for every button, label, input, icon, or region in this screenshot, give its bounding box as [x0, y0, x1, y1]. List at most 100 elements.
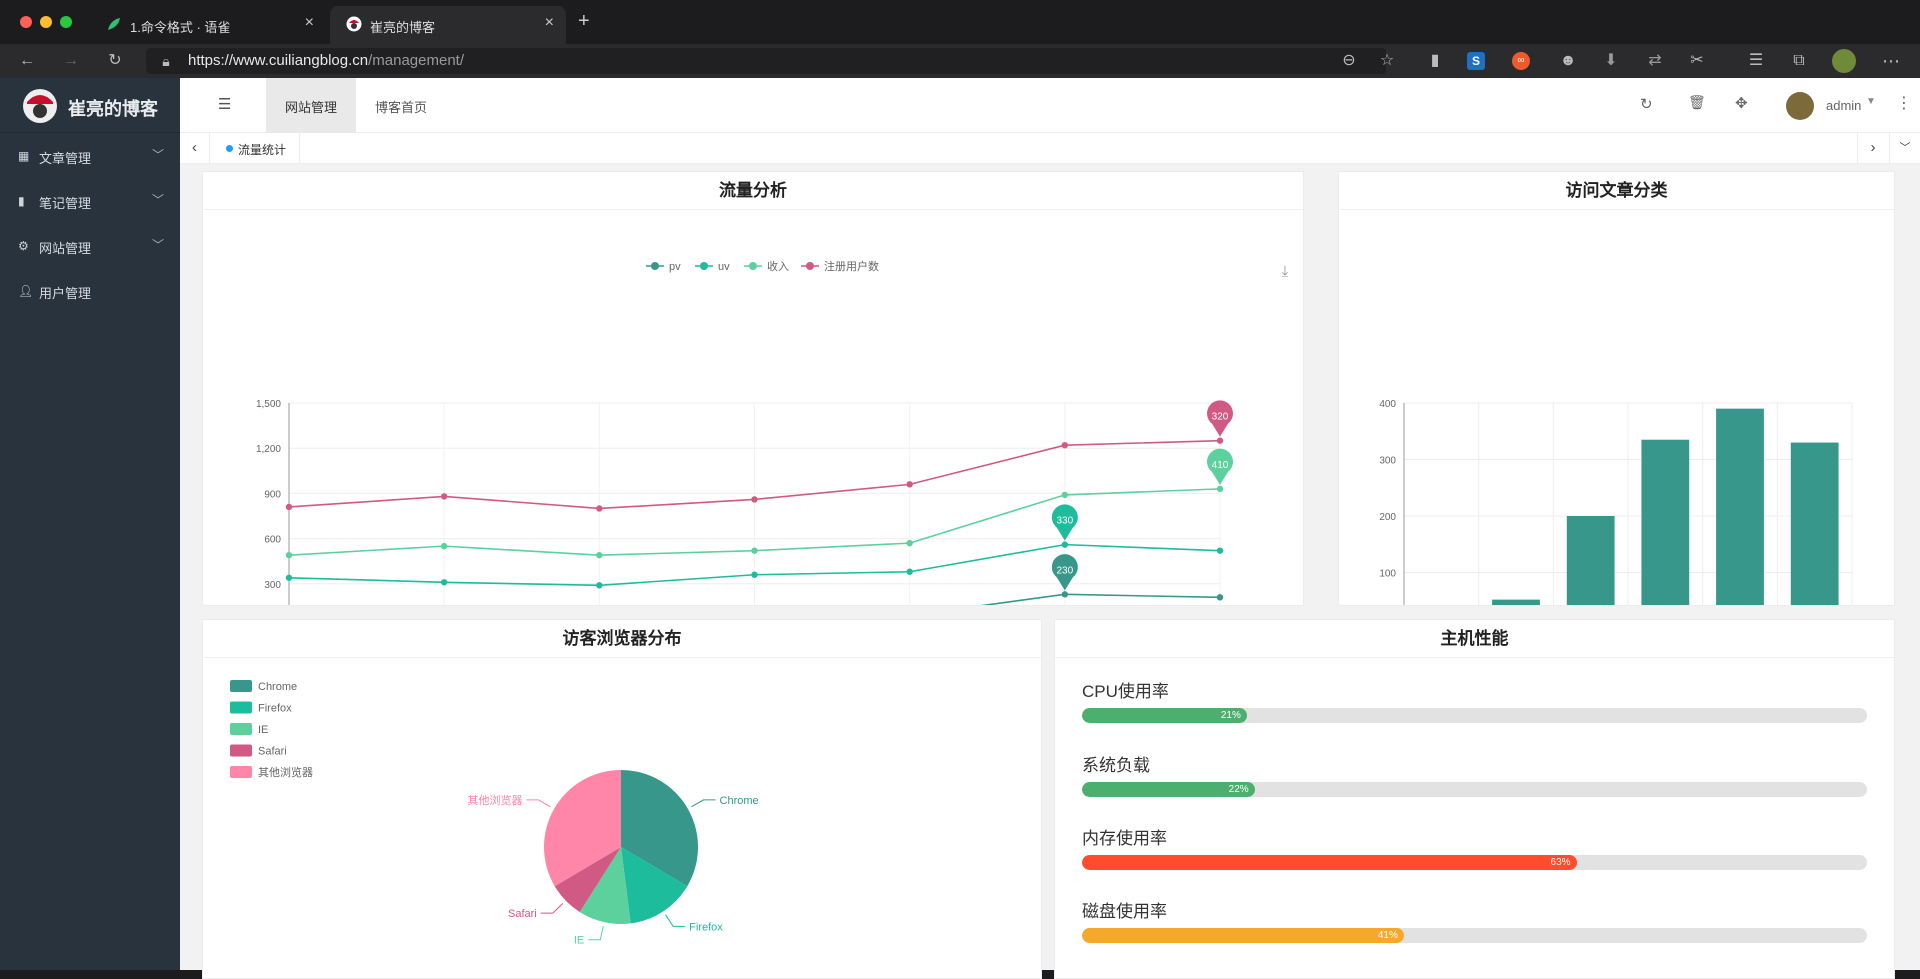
legend-swatch: [230, 680, 252, 692]
perf-label-load: 系统负载: [1082, 756, 1150, 775]
cut-icon[interactable]: ✂: [1686, 50, 1708, 72]
bookmark-icon[interactable]: ▮: [1424, 50, 1446, 72]
data-point: [596, 551, 603, 559]
legend-swatch: [230, 701, 252, 714]
nav-label: 博客首页: [374, 100, 427, 115]
pie-label: Safari: [508, 908, 537, 920]
fullscreen-icon[interactable]: ✥: [1735, 94, 1748, 112]
pie-label-line: [526, 799, 551, 808]
chevron-down-icon: ﹀: [151, 193, 164, 207]
brand-logo-icon: [23, 89, 57, 123]
data-point: [285, 551, 293, 559]
legend-swatch: [230, 766, 252, 778]
pie-label: Chrome: [720, 795, 759, 807]
data-point: [285, 574, 293, 581]
forward-icon[interactable]: →: [60, 50, 82, 72]
more-vertical-icon[interactable]: ⋮: [1896, 93, 1912, 113]
data-point: [440, 493, 448, 500]
reload-icon[interactable]: ↻: [104, 50, 126, 72]
bar-Django: [1492, 599, 1540, 605]
legend-label: 注册用户数: [824, 259, 879, 273]
card-title: 流量分析: [203, 172, 1303, 210]
browser-window: 1.命令格式 · 语雀 × 崔亮的博客 × + ← → ↻ 🔒︎ https:/…: [0, 0, 1920, 979]
nav-site-management[interactable]: 网站管理: [266, 78, 356, 133]
legend-swatch: [230, 744, 252, 757]
close-tab-icon[interactable]: ×: [545, 14, 554, 32]
data-point: [1061, 591, 1069, 598]
close-tab-icon[interactable]: ×: [305, 14, 314, 32]
legend-marker: [806, 262, 814, 270]
mark-label: 230: [1056, 565, 1073, 576]
url-path: /management/: [368, 52, 464, 69]
more-menu-icon[interactable]: ⋯: [1880, 50, 1902, 72]
lock-icon[interactable]: 🔒︎: [155, 50, 177, 72]
chevron-down-icon: ﹀: [151, 238, 164, 252]
yuque-leaf-icon: [108, 18, 120, 30]
data-point: [1061, 541, 1069, 548]
extension-infinity-icon[interactable]: ∞: [1512, 52, 1530, 70]
data-point: [906, 568, 913, 575]
pie-label-line: [665, 914, 686, 927]
user-avatar[interactable]: [1786, 92, 1814, 120]
pie-label: IE: [574, 935, 584, 947]
maximize-window-button[interactable]: [60, 16, 72, 28]
sidebar-item-site[interactable]: ⚙ 网站管理 ﹀: [0, 224, 180, 269]
user-name[interactable]: admin: [1826, 98, 1861, 113]
back-icon[interactable]: ←: [16, 50, 38, 72]
legend-label: Chrome: [258, 681, 297, 693]
nav-blog-home[interactable]: 博客首页: [356, 78, 446, 133]
mark-label: 320: [1212, 412, 1229, 423]
favorites-list-icon[interactable]: ☰: [1745, 50, 1767, 72]
sidebar-item-articles[interactable]: ▦ 文章管理 ﹀: [0, 134, 180, 179]
gears-icon: ⚙: [18, 239, 29, 253]
page-tab-traffic[interactable]: 流量统计: [210, 133, 300, 164]
legend-label: Safari: [258, 746, 287, 758]
active-dot-icon: [226, 145, 233, 152]
caret-down-icon[interactable]: ▼: [1866, 96, 1876, 107]
pie-label: Firefox: [689, 921, 723, 933]
legend-marker: [749, 262, 757, 270]
download-icon: ⤓: [1282, 263, 1289, 280]
close-window-button[interactable]: [20, 16, 32, 28]
calendar-icon: ▦: [18, 149, 30, 163]
download-icon[interactable]: ⬇: [1600, 50, 1622, 72]
sidebar-item-notes[interactable]: ▮ 笔记管理 ﹀: [0, 179, 180, 224]
browser-pie-chart: Chrome Firefox IE Safari 其他浏览器 Chrome Firefox I…: [230, 680, 759, 947]
main-content: ☰ 网站管理 博客首页 ↻ 🗑︎ ✥ admin ▼ ⋮ ‹ 流量统计 › ﹀: [180, 78, 1920, 979]
data-point: [1216, 547, 1224, 554]
page-tabs-bar: ‹ 流量统计 › ﹀: [180, 133, 1920, 164]
legend-marker: [651, 262, 659, 270]
refresh-icon[interactable]: ↻: [1640, 95, 1653, 113]
bar-docker: [1716, 408, 1764, 605]
brand[interactable]: 崔亮的博客: [0, 78, 180, 133]
collapse-menu-icon[interactable]: ☰: [218, 95, 231, 113]
browser-tab-blog[interactable]: 崔亮的博客 ×: [330, 6, 566, 44]
y-tick-label: 300: [1379, 456, 1396, 467]
minimize-window-button[interactable]: [40, 16, 52, 28]
sidebar-item-users[interactable]: 👤︎ 用户管理: [0, 269, 180, 314]
favorite-star-icon[interactable]: ☆: [1376, 50, 1398, 72]
legend-swatch: [230, 723, 252, 735]
tabs-next-icon[interactable]: ›: [1857, 133, 1888, 164]
sidebar-item-label: 笔记管理: [39, 196, 92, 211]
category-card: 访问文章分类 0100200300400LinuxDjangoPythonMyS…: [1338, 171, 1895, 606]
sync-icon[interactable]: ⇄: [1644, 50, 1666, 72]
trash-icon[interactable]: 🗑︎: [1688, 94, 1706, 111]
collections-icon[interactable]: ⧉: [1788, 50, 1810, 72]
zoom-icon[interactable]: ⊖: [1338, 50, 1360, 72]
legend-marker: [700, 262, 708, 270]
perf-bar-cpu: 21%: [1082, 708, 1867, 723]
profile-avatar-icon[interactable]: [1832, 49, 1856, 73]
mark-label: 410: [1212, 460, 1229, 471]
browser-tab-bar: 1.命令格式 · 语雀 × 崔亮的博客 × +: [0, 0, 1920, 44]
tabs-prev-icon[interactable]: ‹: [180, 133, 210, 164]
extension-mask-icon[interactable]: ☻: [1557, 50, 1579, 72]
browser-tab-yuque[interactable]: 1.命令格式 · 语雀 ×: [90, 6, 326, 44]
extension-s-icon[interactable]: S: [1467, 52, 1485, 70]
data-point: [1061, 491, 1069, 499]
traffic-card: 流量分析 03006009001,2001,500周一周二周三周四周五周六周日p…: [202, 171, 1304, 606]
tabs-menu-icon[interactable]: ﹀: [1889, 133, 1920, 164]
book-icon: ▮: [18, 194, 25, 208]
y-tick-label: 200: [1379, 512, 1396, 523]
new-tab-icon[interactable]: +: [578, 10, 590, 33]
